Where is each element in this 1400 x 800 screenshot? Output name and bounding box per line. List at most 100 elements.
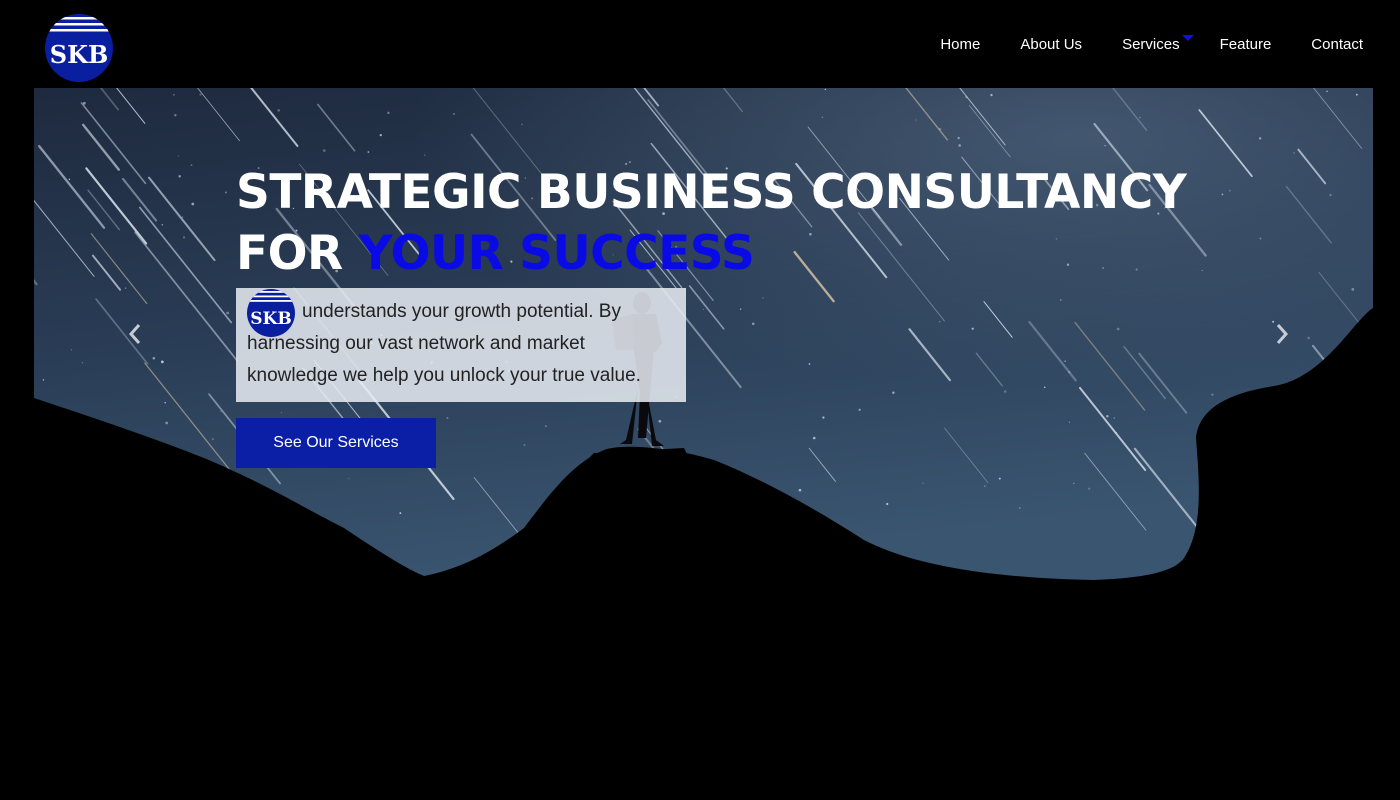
star (348, 477, 350, 479)
star (812, 436, 816, 440)
skb-inline-logo: SKB (247, 289, 295, 337)
star (702, 308, 704, 311)
see-services-button[interactable]: See Our Services (236, 418, 436, 468)
star (1259, 237, 1262, 240)
hero-headline: STRATEGIC BUSINESS CONSULTANCY FOR YOUR … (236, 162, 1196, 284)
star (1351, 288, 1355, 291)
star (971, 327, 974, 330)
chevron-right-icon[interactable] (1272, 322, 1292, 346)
star (1329, 194, 1332, 197)
star (224, 191, 227, 194)
star (1258, 137, 1262, 140)
nav-about-us[interactable]: About Us (1020, 36, 1082, 53)
star (751, 322, 755, 326)
star (1293, 152, 1295, 154)
star (446, 416, 449, 420)
star (1064, 360, 1066, 362)
star (1043, 386, 1046, 389)
star (1088, 487, 1091, 490)
star (1326, 90, 1328, 93)
star (658, 419, 662, 423)
star (1106, 415, 1109, 418)
star (886, 502, 889, 506)
star (1115, 431, 1118, 434)
star (226, 311, 230, 315)
star (211, 438, 214, 441)
star (152, 357, 156, 360)
star (399, 512, 402, 514)
star (177, 155, 179, 157)
nav-services[interactable]: Services (1122, 35, 1194, 53)
star (892, 391, 895, 394)
star (544, 425, 547, 428)
star (1201, 270, 1203, 272)
star (42, 379, 45, 381)
page: SKB Home About Us Services Feature Conta… (0, 0, 1400, 800)
star (173, 94, 175, 96)
logo-text: SKB (50, 40, 108, 69)
chevron-left-icon[interactable] (125, 322, 145, 346)
star (1104, 145, 1106, 147)
star (922, 482, 924, 484)
star (124, 287, 127, 289)
star (822, 416, 825, 419)
star (939, 321, 941, 323)
star (453, 113, 455, 115)
star (191, 202, 195, 206)
star (1003, 390, 1007, 393)
headline-for: FOR (236, 226, 343, 281)
star (379, 134, 382, 137)
star (808, 363, 811, 365)
headline-accent: YOUR SUCCESS (358, 226, 755, 281)
star (1307, 336, 1310, 340)
star (1113, 417, 1115, 419)
star (858, 408, 861, 411)
star (983, 485, 986, 488)
star (1068, 371, 1071, 374)
skb-logo[interactable]: SKB (44, 13, 114, 83)
site-header: SKB Home About Us Services Feature Conta… (0, 0, 1400, 88)
star (182, 236, 186, 239)
star (220, 410, 222, 413)
star (990, 93, 993, 97)
star (523, 444, 526, 446)
star (1068, 421, 1071, 423)
star (762, 297, 764, 299)
nav-home[interactable]: Home (940, 36, 980, 53)
star (82, 101, 86, 105)
star (161, 223, 164, 226)
nav-services-label: Services (1122, 36, 1180, 53)
star (938, 127, 942, 131)
star (182, 216, 184, 218)
star (70, 349, 72, 351)
star (958, 144, 961, 147)
star (965, 95, 968, 99)
star (165, 421, 169, 425)
hero-blurb-text: understands your growth potential. By ha… (247, 301, 641, 386)
star (998, 477, 1001, 480)
star (521, 123, 523, 126)
nav-contact[interactable]: Contact (1311, 36, 1363, 53)
star (915, 119, 917, 121)
star (424, 154, 426, 156)
star (68, 178, 71, 181)
nav-feature[interactable]: Feature (1220, 36, 1272, 53)
headline-line-1: STRATEGIC BUSINESS CONSULTANCY (236, 165, 1187, 220)
star (1116, 327, 1120, 331)
star (1211, 393, 1214, 396)
caret-down-icon[interactable] (1181, 35, 1194, 41)
star (277, 109, 281, 112)
star (367, 151, 370, 153)
star (798, 488, 802, 492)
main-nav: Home About Us Services Feature Contact (900, 35, 1363, 53)
star (174, 113, 177, 117)
star (1221, 193, 1224, 196)
star (178, 175, 181, 178)
star (280, 411, 282, 413)
hero-blurb-panel: understands your growth potential. By ha… (236, 288, 686, 402)
star (81, 362, 84, 364)
star (387, 111, 390, 115)
star (824, 88, 827, 91)
star (821, 116, 824, 119)
star (739, 308, 742, 310)
